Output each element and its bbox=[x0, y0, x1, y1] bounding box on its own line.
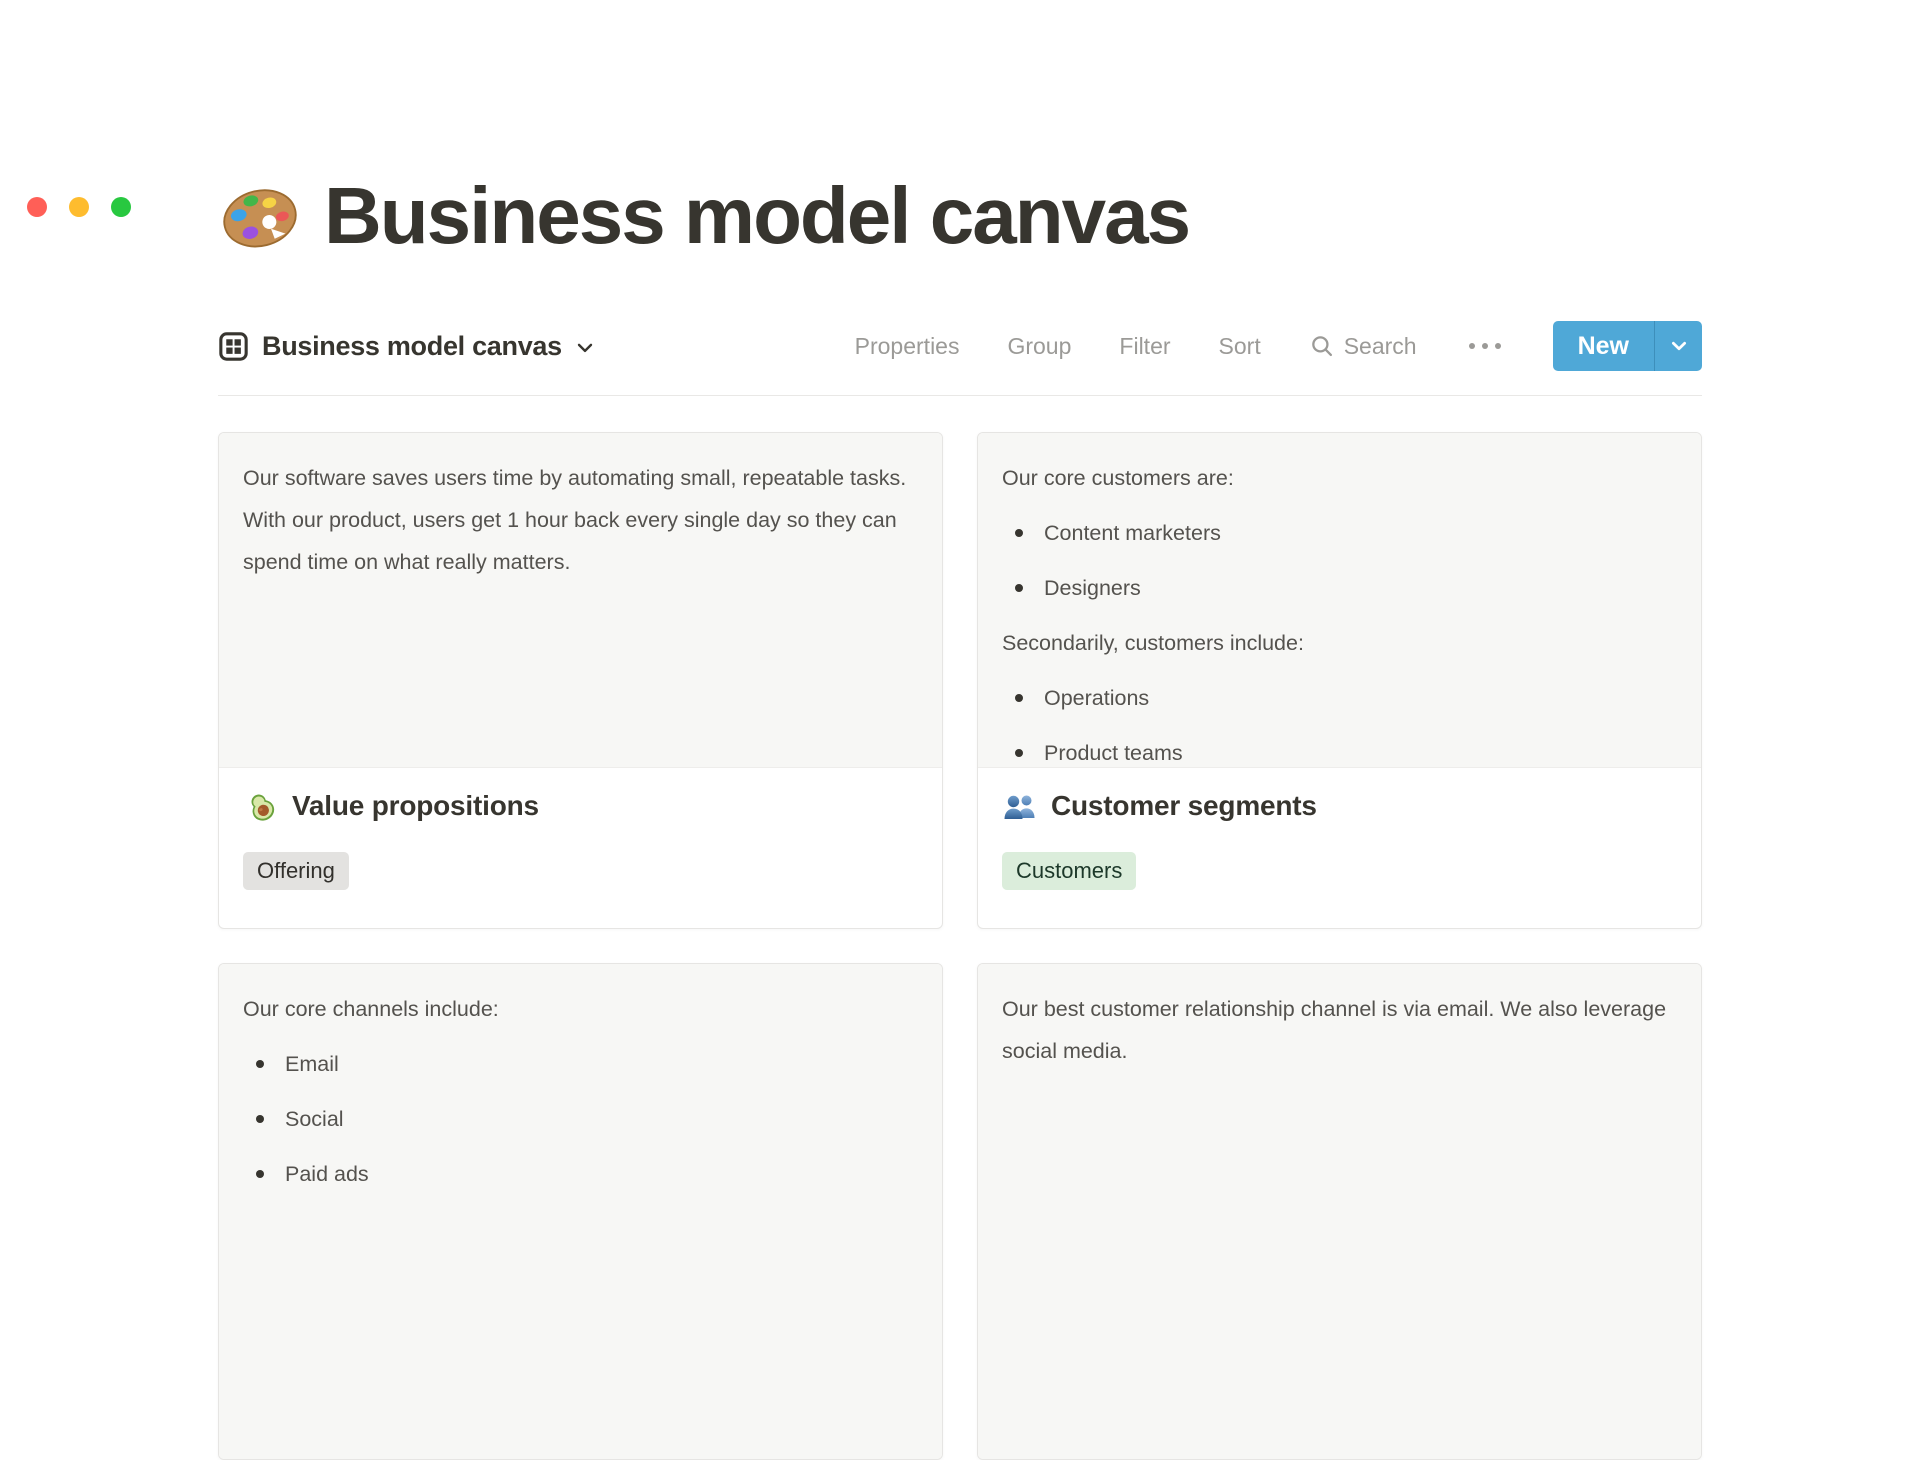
preview-bullet-item: Paid ads bbox=[243, 1153, 918, 1195]
gallery-view: Our software saves users time by automat… bbox=[218, 432, 1702, 1460]
search-icon bbox=[1309, 333, 1335, 359]
window-controls bbox=[27, 197, 131, 217]
bullet-text: Email bbox=[285, 1052, 339, 1076]
chevron-down-icon bbox=[575, 335, 595, 358]
preview-bullet-item: Social bbox=[243, 1098, 918, 1140]
bullet-dot bbox=[256, 1115, 264, 1123]
card-preview: Our software saves users time by automat… bbox=[219, 433, 942, 767]
bullet-dot bbox=[1015, 749, 1023, 757]
card-customer-segments[interactable]: Our core customers are: Content marketers… bbox=[977, 432, 1702, 929]
card-title: Customer segments bbox=[1051, 790, 1317, 821]
ellipsis-icon bbox=[1465, 340, 1505, 352]
minimize-window-button[interactable] bbox=[69, 197, 89, 217]
card-preview: Our best customer relationship channel i… bbox=[978, 964, 1701, 1459]
new-button-dropdown[interactable] bbox=[1654, 321, 1702, 371]
card-preview: Our core channels include: Email Social Pai… bbox=[219, 964, 942, 1459]
palette-emoji-icon[interactable] bbox=[218, 174, 302, 258]
search-button[interactable]: Search bbox=[1309, 333, 1417, 360]
bullet-dot bbox=[256, 1060, 264, 1068]
preview-bullet-item: Designers bbox=[1002, 567, 1677, 609]
preview-paragraph: Secondarily, customers include: bbox=[1002, 631, 1304, 655]
preview-bullet-item: Product teams bbox=[1002, 732, 1677, 767]
tag-offering: Offering bbox=[243, 852, 349, 890]
more-options-button[interactable] bbox=[1465, 340, 1505, 352]
close-window-button[interactable] bbox=[27, 197, 47, 217]
card-preview: Our core customers are: Content marketers… bbox=[978, 433, 1701, 767]
bullet-dot bbox=[1015, 694, 1023, 702]
bullet-text: Paid ads bbox=[285, 1162, 369, 1186]
preview-bullet-item: Content marketers bbox=[1002, 512, 1677, 554]
filter-button[interactable]: Filter bbox=[1119, 333, 1170, 360]
card-value-propositions[interactable]: Our software saves users time by automat… bbox=[218, 432, 943, 929]
bullet-dot bbox=[1015, 529, 1023, 537]
page-header: Business model canvas bbox=[218, 174, 1702, 258]
view-toolbar: Properties Group Filter Sort Search New bbox=[855, 321, 1702, 371]
tag-customers: Customers bbox=[1002, 852, 1137, 890]
bullet-dot bbox=[256, 1170, 264, 1178]
bullet-text: Operations bbox=[1044, 686, 1150, 710]
preview-paragraph: Our core customers are: bbox=[1002, 466, 1234, 490]
card-meta: Customer segments Customers bbox=[978, 767, 1701, 890]
card-channels[interactable]: Our core channels include: Email Social Pai… bbox=[218, 963, 943, 1460]
sort-button[interactable]: Sort bbox=[1219, 333, 1261, 360]
gallery-view-icon bbox=[218, 331, 249, 362]
preview-paragraph: Our core channels include: bbox=[243, 997, 499, 1021]
page-title: Business model canvas bbox=[324, 171, 1191, 260]
card-customer-relationships[interactable]: Our best customer relationship channel i… bbox=[977, 963, 1702, 1460]
preview-bullet-item: Email bbox=[243, 1043, 918, 1085]
busts-in-silhouette-emoji-icon bbox=[1002, 788, 1038, 824]
page-content: Business model canvas Business model can… bbox=[218, 174, 1702, 1460]
bullet-text: Product teams bbox=[1044, 741, 1183, 765]
new-button-label[interactable]: New bbox=[1553, 321, 1654, 371]
view-selector[interactable]: Business model canvas bbox=[218, 331, 595, 362]
preview-paragraph: Our best customer relationship channel i… bbox=[1002, 997, 1667, 1063]
card-title: Value propositions bbox=[292, 790, 539, 821]
bullet-text: Content marketers bbox=[1044, 521, 1221, 545]
preview-paragraph: Our software saves users time by automat… bbox=[243, 466, 907, 574]
card-meta: Value propositions Offering bbox=[219, 767, 942, 890]
new-button[interactable]: New bbox=[1552, 321, 1702, 371]
maximize-window-button[interactable] bbox=[111, 197, 131, 217]
avocado-emoji-icon bbox=[243, 788, 279, 824]
search-label: Search bbox=[1343, 332, 1417, 359]
bullet-dot bbox=[1015, 584, 1023, 592]
bullet-text: Designers bbox=[1044, 576, 1141, 600]
view-name: Business model canvas bbox=[262, 330, 562, 361]
group-button[interactable]: Group bbox=[1007, 333, 1071, 360]
view-bar: Business model canvas Properties Group F… bbox=[218, 320, 1702, 372]
preview-bullet-item: Operations bbox=[1002, 677, 1677, 719]
properties-button[interactable]: Properties bbox=[855, 333, 960, 360]
toolbar-divider bbox=[218, 395, 1702, 396]
notion-window: Business model canvas Business model can… bbox=[0, 174, 1920, 1460]
bullet-text: Social bbox=[285, 1107, 344, 1131]
